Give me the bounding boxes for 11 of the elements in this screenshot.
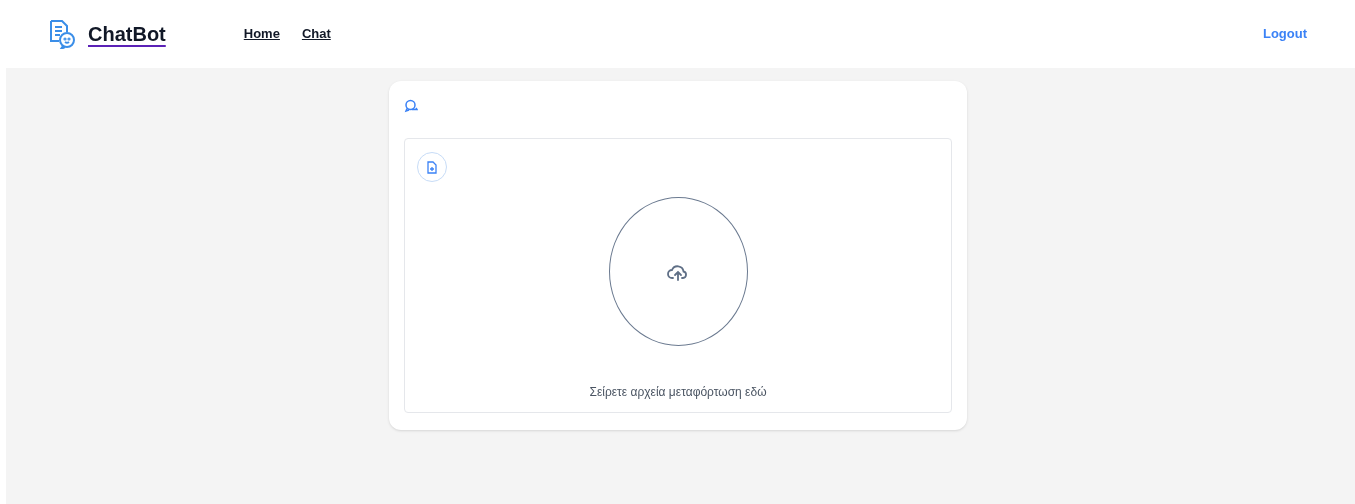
chat-document-icon xyxy=(48,19,76,49)
nav-link[interactable]: Chat xyxy=(301,24,331,44)
brand-link[interactable]: ChatBot xyxy=(88,19,166,49)
logout-link[interactable]: Logout xyxy=(1262,24,1307,44)
cloud-upload-icon xyxy=(667,262,689,281)
nav-link[interactable]: Home xyxy=(243,24,280,44)
upload-button[interactable] xyxy=(608,197,748,346)
chat-icon xyxy=(404,99,418,113)
dropzone-hint: Σείρετε αρχεία μεταφόρτωση εδώ xyxy=(589,384,767,401)
dropzone[interactable]: Σείρετε αρχεία μεταφόρτωση εδώ xyxy=(404,138,952,413)
file-plus-icon xyxy=(426,160,438,174)
